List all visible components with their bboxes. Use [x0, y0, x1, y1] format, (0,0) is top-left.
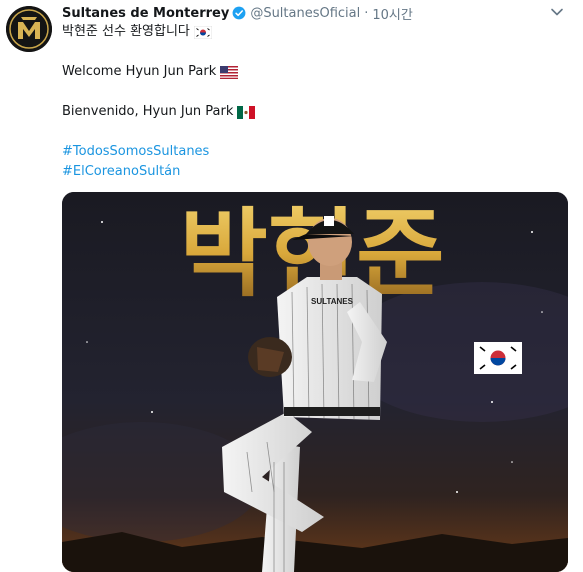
tweet-media-image[interactable]: 박현준: [62, 192, 568, 572]
poster-korea-flag-icon: [474, 342, 522, 374]
tweet-text: 박현준 선수 환영합니다 Welcome Hyun Jun Park Bienv…: [62, 22, 562, 182]
user-handle[interactable]: @SultanesOficial: [250, 6, 360, 21]
hashtag-link[interactable]: #ElCoreanoSultán: [62, 162, 180, 182]
sultanes-logo: [6, 6, 52, 52]
korean-text: 박현준 선수 환영합니다: [62, 24, 190, 39]
welcome-poster: 박현준: [62, 192, 568, 572]
tweet-timestamp[interactable]: 10시간: [372, 4, 412, 23]
tweet-line-korean: 박현준 선수 환영합니다: [62, 22, 562, 42]
jersey-lettering: SULTANES: [311, 297, 354, 306]
hashtag-line-1: #TodosSomosSultanes: [62, 142, 562, 162]
hashtag-line-2: #ElCoreanoSultán: [62, 162, 562, 182]
meta-separator: ·: [364, 5, 369, 21]
spanish-text: Bienvenido, Hyun Jun Park: [62, 104, 234, 119]
united-states-flag-icon: [220, 65, 239, 79]
hashtag-link[interactable]: #TodosSomosSultanes: [62, 142, 209, 162]
tweet: Sultanes de Monterrey @SultanesOficial ·…: [0, 0, 583, 572]
tweet-header: Sultanes de Monterrey @SultanesOficial ·…: [62, 4, 413, 23]
display-name[interactable]: Sultanes de Monterrey: [62, 6, 229, 21]
tweet-line-english: Welcome Hyun Jun Park: [62, 62, 562, 82]
verified-badge-icon: [232, 6, 246, 20]
tweet-line-spanish: Bienvenido, Hyun Jun Park: [62, 102, 562, 122]
chevron-down-icon[interactable]: [549, 4, 565, 20]
mexico-flag-icon: [237, 105, 256, 119]
english-text: Welcome Hyun Jun Park: [62, 64, 217, 79]
south-korea-flag-icon: [193, 25, 212, 39]
profile-avatar[interactable]: [6, 6, 52, 52]
